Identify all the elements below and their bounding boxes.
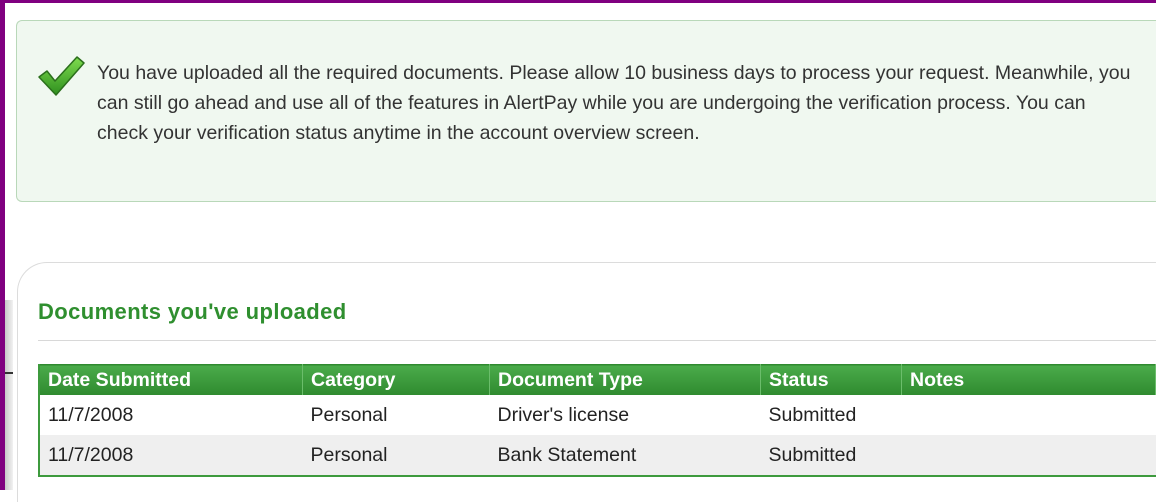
section-title: Documents you've uploaded — [38, 299, 347, 324]
notice-message: You have uploaded all the required docum… — [97, 62, 1131, 144]
table-row: 11/7/2008 Personal Bank Statement Submit… — [39, 435, 1156, 476]
cell-category: Personal — [302, 435, 490, 476]
table-row: 11/7/2008 Personal Driver's license Subm… — [39, 395, 1156, 435]
column-document-type[interactable]: Document Type — [489, 364, 761, 395]
column-status[interactable]: Status — [760, 364, 902, 395]
column-notes[interactable]: Notes — [901, 364, 1156, 395]
cell-notes — [901, 435, 1156, 476]
table-header-row: Date Submitted Category Document Type St… — [39, 364, 1156, 395]
checkmark-icon — [38, 56, 85, 96]
success-notice: You have uploaded all the required docum… — [16, 20, 1156, 202]
documents-table: Date Submitted Category Document Type St… — [38, 364, 1156, 477]
cell-document-type: Bank Statement — [489, 435, 761, 476]
cell-status: Submitted — [768, 403, 857, 426]
cell-status: Submitted — [760, 435, 902, 476]
cell-document-type: Driver's license — [497, 403, 630, 426]
cell-date: 11/7/2008 — [39, 435, 303, 476]
cell-date: 11/7/2008 — [48, 403, 134, 426]
column-category[interactable]: Category — [302, 364, 490, 395]
left-side-decoration — [5, 300, 13, 490]
cell-category: Personal — [310, 403, 388, 426]
column-date-submitted[interactable]: Date Submitted — [39, 364, 303, 395]
cell-notes — [902, 395, 1156, 435]
title-divider — [38, 340, 1156, 341]
